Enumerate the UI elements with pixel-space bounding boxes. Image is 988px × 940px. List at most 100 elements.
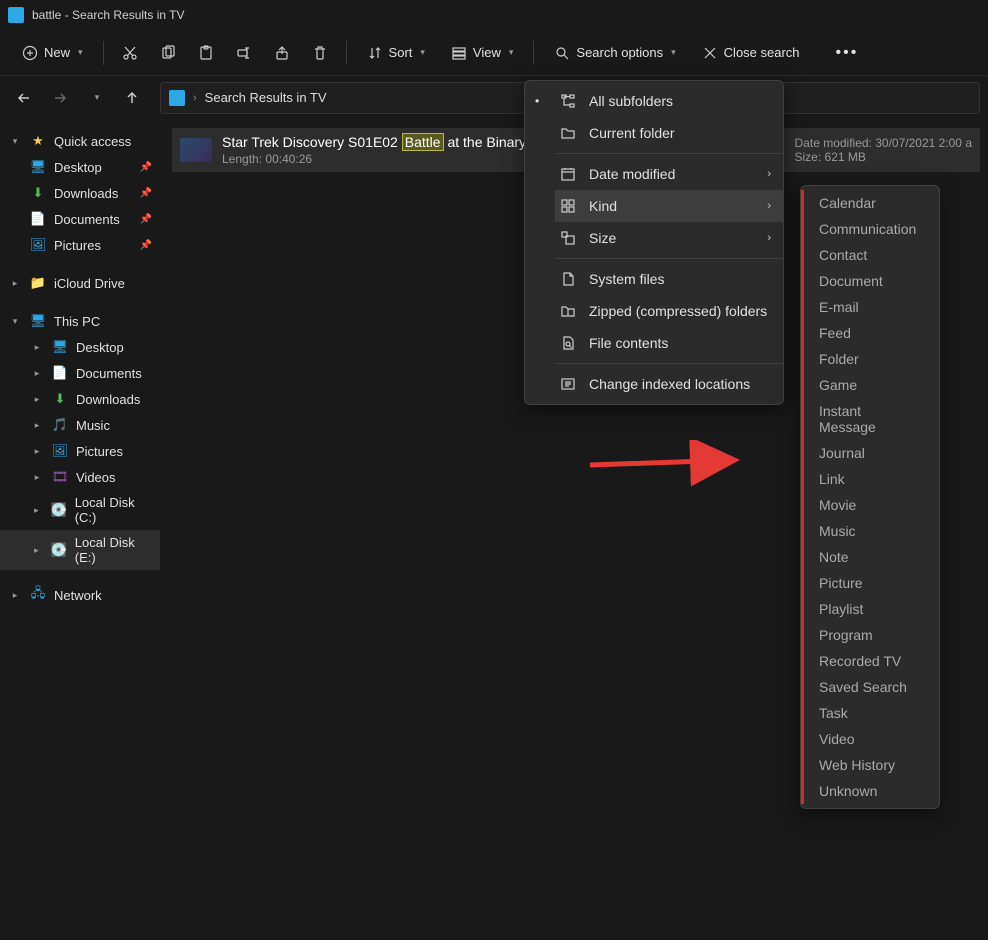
document-icon: 📄	[30, 211, 46, 227]
kind-option[interactable]: Picture	[801, 570, 939, 596]
menu-change-indexed[interactable]: Change indexed locations	[555, 368, 783, 400]
view-button[interactable]: View ▾	[441, 39, 523, 67]
sidebar-icloud[interactable]: ▸ 📁 iCloud Drive	[0, 270, 160, 296]
menu-date-modified[interactable]: Date modified ›	[555, 158, 783, 190]
kind-label: Instant Message	[819, 403, 921, 435]
menu-zipped-folders[interactable]: Zipped (compressed) folders	[555, 295, 783, 327]
pin-icon: 📌	[140, 162, 152, 173]
kind-option[interactable]: Web History	[801, 752, 939, 778]
sidebar-item-pictures[interactable]: 🖼Pictures📌	[0, 232, 160, 258]
sidebar-item-videos[interactable]: ▸🎞Videos	[0, 464, 160, 490]
kind-option[interactable]: Contact	[801, 242, 939, 268]
chevron-right-icon: ▸	[30, 446, 44, 457]
sidebar-item-downloads[interactable]: ⬇Downloads📌	[0, 180, 160, 206]
kind-label: Calendar	[819, 195, 876, 211]
new-button[interactable]: New ▾	[12, 39, 93, 67]
kind-option[interactable]: Unknown	[801, 778, 939, 804]
menu-size[interactable]: Size ›	[555, 222, 783, 254]
download-icon: ⬇	[30, 185, 46, 201]
cut-button[interactable]	[114, 39, 146, 67]
kind-option[interactable]: Note	[801, 544, 939, 570]
sidebar-item-pictures[interactable]: ▸🖼Pictures	[0, 438, 160, 464]
close-search-label: Close search	[724, 45, 800, 60]
kind-option[interactable]: Communication	[801, 216, 939, 242]
kind-label: Video	[819, 731, 855, 747]
sidebar-item-desktop[interactable]: 🖥Desktop📌	[0, 154, 160, 180]
menu-kind[interactable]: Kind ›	[555, 190, 783, 222]
sidebar-item-documents[interactable]: 📄Documents📌	[0, 206, 160, 232]
kind-option[interactable]: Document	[801, 268, 939, 294]
music-icon: 🎵	[52, 417, 68, 433]
chevron-down-icon: ▾	[671, 47, 676, 58]
sidebar-network[interactable]: ▸ 🖧 Network	[0, 582, 160, 608]
kind-option[interactable]: Recorded TV	[801, 648, 939, 674]
menu-label: Current folder	[589, 125, 675, 141]
sidebar-quick-access[interactable]: ▾ ★ Quick access	[0, 128, 160, 154]
paste-button[interactable]	[190, 39, 222, 67]
kind-option[interactable]: Task	[801, 700, 939, 726]
kind-option[interactable]: Music	[801, 518, 939, 544]
sidebar-item-disk-c[interactable]: ▸💽Local Disk (C:)	[0, 490, 160, 530]
kind-label: Unknown	[819, 783, 877, 799]
file-icon	[559, 270, 577, 288]
sort-button[interactable]: Sort ▾	[357, 39, 435, 67]
sidebar-item-disk-e[interactable]: ▸💽Local Disk (E:)	[0, 530, 160, 570]
kind-option[interactable]: Calendar	[801, 190, 939, 216]
breadcrumb-location[interactable]: Search Results in TV	[205, 90, 327, 105]
kind-option[interactable]: Folder	[801, 346, 939, 372]
pin-icon: 📌	[140, 240, 152, 251]
forward-button[interactable]	[44, 82, 76, 114]
menu-current-folder[interactable]: Current folder	[555, 117, 783, 149]
kind-option[interactable]: Journal	[801, 440, 939, 466]
sidebar-item-documents[interactable]: ▸📄Documents	[0, 360, 160, 386]
chevron-right-icon: ▸	[8, 278, 22, 289]
size-label: Size:	[795, 150, 822, 164]
chevron-right-icon: ▸	[30, 505, 43, 516]
more-button[interactable]: •••	[828, 38, 867, 68]
copy-button[interactable]	[152, 39, 184, 67]
sidebar-label: iCloud Drive	[54, 276, 125, 291]
kind-option[interactable]: Feed	[801, 320, 939, 346]
sidebar-label: Pictures	[54, 238, 101, 253]
kind-label: Playlist	[819, 601, 863, 617]
navbar: ▾ › Search Results in TV	[0, 76, 988, 120]
chevron-right-icon: ▸	[30, 472, 44, 483]
sidebar-this-pc[interactable]: ▾ 🖥 This PC	[0, 308, 160, 334]
menu-all-subfolders[interactable]: • All subfolders	[555, 85, 783, 117]
back-button[interactable]	[8, 82, 40, 114]
sort-label: Sort	[389, 45, 413, 60]
sidebar-item-music[interactable]: ▸🎵Music	[0, 412, 160, 438]
kind-label: Journal	[819, 445, 865, 461]
kind-option[interactable]: E-mail	[801, 294, 939, 320]
share-button[interactable]	[266, 39, 298, 67]
delete-button[interactable]	[304, 39, 336, 67]
kind-option[interactable]: Video	[801, 726, 939, 752]
kind-option[interactable]: Link	[801, 466, 939, 492]
plus-icon	[22, 45, 38, 61]
pc-icon: 🖥	[30, 313, 46, 329]
kind-option[interactable]: Saved Search	[801, 674, 939, 700]
kind-option[interactable]: Program	[801, 622, 939, 648]
kind-option[interactable]: Instant Message	[801, 398, 939, 440]
rename-button[interactable]	[228, 39, 260, 67]
kind-option[interactable]: Playlist	[801, 596, 939, 622]
view-icon	[451, 45, 467, 61]
sidebar-item-downloads[interactable]: ▸⬇Downloads	[0, 386, 160, 412]
recent-dropdown[interactable]: ▾	[80, 82, 112, 114]
search-file-icon	[559, 334, 577, 352]
up-button[interactable]	[116, 82, 148, 114]
menu-separator	[555, 153, 783, 154]
desktop-icon: 🖥	[30, 159, 46, 175]
chevron-right-icon: ›	[767, 232, 771, 244]
chevron-right-icon: ›	[193, 92, 197, 104]
kind-option[interactable]: Game	[801, 372, 939, 398]
kind-option[interactable]: Movie	[801, 492, 939, 518]
menu-system-files[interactable]: System files	[555, 263, 783, 295]
close-search-button[interactable]: Close search	[692, 39, 810, 67]
chevron-right-icon: ›	[767, 200, 771, 212]
menu-file-contents[interactable]: File contents	[555, 327, 783, 359]
search-options-button[interactable]: Search options ▾	[544, 39, 685, 67]
share-icon	[274, 45, 290, 61]
sidebar-label: Local Disk (C:)	[75, 495, 152, 525]
sidebar-item-desktop[interactable]: ▸🖥Desktop	[0, 334, 160, 360]
